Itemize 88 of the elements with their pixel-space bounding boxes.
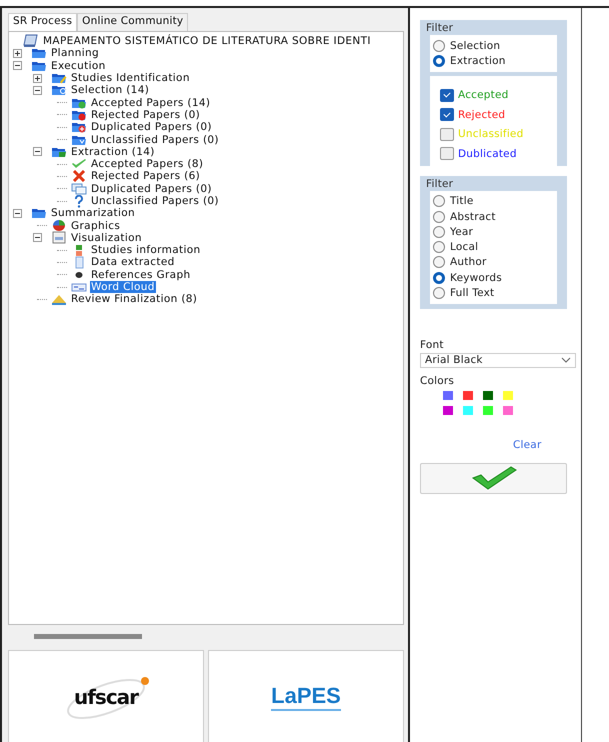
caret-icon <box>561 357 571 364</box>
radio-label: Selection <box>450 40 500 52</box>
radio-button[interactable] <box>433 241 445 254</box>
radio-label: Extraction <box>450 54 506 67</box>
tree-item[interactable]: Accepted Papers (14) <box>90 96 212 109</box>
tree-item[interactable]: Extraction (14) <box>70 146 156 158</box>
tree-item[interactable]: Graphics <box>70 220 122 232</box>
radio-label: Author <box>450 256 487 268</box>
radio-button[interactable] <box>433 256 445 268</box>
checkbox-label: Rejected <box>458 108 506 121</box>
check-icon <box>71 158 87 170</box>
tree-item[interactable]: Studies information <box>90 244 202 256</box>
tree-item[interactable]: Visualization <box>70 232 143 244</box>
radio-label: Year <box>450 226 474 238</box>
group-title: Filter <box>426 22 454 35</box>
tree-item[interactable]: Rejected Papers (6) <box>90 170 202 182</box>
radio-label: Title <box>450 195 474 208</box>
color-swatch[interactable] <box>443 406 453 415</box>
tree-item[interactable]: Accepted Papers (8) <box>90 158 204 170</box>
tree-item[interactable]: Execution <box>50 60 107 72</box>
tree-item[interactable]: Unclassified Papers (0) <box>90 195 220 207</box>
field-label: Font <box>420 338 445 351</box>
review-icon <box>51 293 67 306</box>
font-dropdown[interactable]: Arial Black <box>420 352 576 368</box>
field-label: Colors <box>420 374 456 387</box>
folder-plus-icon <box>71 121 87 134</box>
tree-item[interactable]: MAPEAMENTO SISTEMÁTICO DE LITERATURA SOBRE IDENTI <box>42 35 372 48</box>
radio-button[interactable] <box>433 54 445 67</box>
folder-x-icon <box>71 108 87 121</box>
word-cloud-icon <box>71 281 87 294</box>
group-title: Filter <box>426 178 454 191</box>
cross-icon <box>71 170 87 182</box>
tree-item[interactable]: Selection (14) <box>70 84 150 96</box>
radio-button[interactable] <box>433 272 445 284</box>
radio-label: Abstract <box>450 210 496 223</box>
radio-label: Keywords <box>450 272 502 284</box>
tree-item[interactable]: Review Finalization (8) <box>70 293 198 306</box>
tree-item[interactable]: Planning <box>50 47 100 60</box>
tree-item[interactable]: Rejected Papers (0) <box>90 108 202 121</box>
checkbox[interactable] <box>440 88 454 102</box>
tree-item[interactable]: Studies Identification <box>70 72 191 84</box>
radio-button[interactable] <box>433 287 445 300</box>
color-swatch[interactable] <box>483 406 493 415</box>
checkbox[interactable] <box>440 128 454 141</box>
radio-button[interactable] <box>433 195 445 208</box>
folder-icon <box>31 207 47 220</box>
tree-item[interactable]: Duplicated Papers (0) <box>90 121 213 134</box>
checkbox-label: Dublicated <box>458 148 517 160</box>
clear-link[interactable]: Clear <box>513 438 542 451</box>
folder-icon <box>51 146 67 158</box>
radio-button[interactable] <box>433 226 445 238</box>
color-swatch[interactable] <box>463 390 473 400</box>
tab[interactable]: SR Process <box>8 13 78 31</box>
folder-icon <box>31 60 47 72</box>
folder-down-icon <box>71 134 87 146</box>
color-swatch[interactable] <box>503 406 513 415</box>
window-icon <box>51 231 67 244</box>
scrollbar-thumb[interactable] <box>34 634 142 638</box>
tree-item[interactable]: Data extracted <box>90 256 176 268</box>
folder-check-icon <box>71 96 87 109</box>
windows-icon <box>71 182 87 195</box>
folder-search-icon <box>51 84 67 96</box>
folder-icon <box>31 47 47 60</box>
checkbox-label: Unclassified <box>458 128 524 140</box>
checkbox[interactable] <box>440 147 454 160</box>
radio-button[interactable] <box>433 210 445 223</box>
university-logo: ufscar <box>74 685 138 709</box>
color-swatch[interactable] <box>463 406 473 415</box>
tree-item[interactable]: Summarization <box>50 207 136 220</box>
color-swatch[interactable] <box>443 390 453 400</box>
radio-button[interactable] <box>433 40 445 52</box>
tree-item[interactable]: References Graph <box>90 268 192 281</box>
tab[interactable]: Online Community <box>77 13 188 31</box>
radio-label: Full Text <box>450 287 494 300</box>
tree-item[interactable]: Unclassified Papers (0) <box>90 134 220 146</box>
checkbox[interactable] <box>440 108 454 122</box>
checkbox-label: Accepted <box>458 89 509 102</box>
pie-chart-icon <box>51 219 67 232</box>
radio-label: Local <box>450 241 478 254</box>
tree-item[interactable]: Duplicated Papers (0) <box>90 182 213 195</box>
folder-pencil-icon <box>51 72 67 84</box>
color-swatch[interactable] <box>503 390 513 400</box>
checkmark-icon <box>470 466 516 490</box>
book-icon <box>23 34 39 48</box>
confirm-button[interactable] <box>420 462 567 494</box>
tree-item[interactable]: Word Cloud <box>90 281 156 294</box>
lab-logo: LaPES <box>271 683 341 711</box>
color-swatch[interactable] <box>483 390 493 400</box>
